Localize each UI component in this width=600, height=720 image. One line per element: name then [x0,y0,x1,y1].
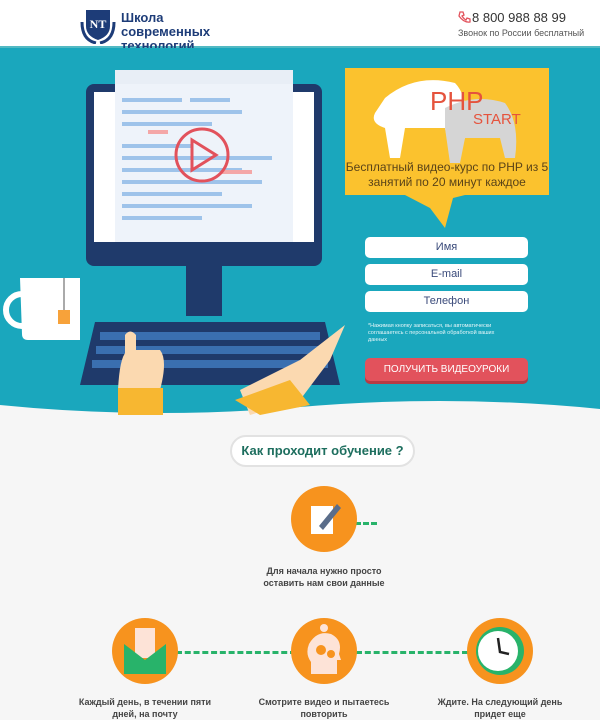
connector-line [356,651,468,654]
email-input[interactable]: E-mail [365,264,528,285]
phone-icon [458,11,471,23]
clock-icon [467,618,533,684]
name-input[interactable]: Имя [365,237,528,258]
phone-number[interactable]: 8 800 988 88 99 [472,10,566,25]
head-gears-icon [291,618,357,684]
banner-subtitle: Бесплатный видео-курс по PHP из 5 заняти… [345,160,549,189]
step-text: Для начала нужно просто оставить нам сво… [263,566,385,588]
get-lessons-button[interactable]: ПОЛУЧИТЬ ВИДЕОУРОКИ [365,358,528,381]
pencil-paper-icon [291,486,357,552]
connector-line [355,522,377,525]
computer-illustration [3,70,345,415]
section-title: Как проходит обучение ? [230,435,415,467]
envelope-icon [112,618,178,684]
logo-icon: NT [80,10,116,44]
logo-text: Школа современных технологий [121,10,211,53]
phone-note: Звонок по России бесплатный [458,28,585,38]
svg-text:NT: NT [90,17,107,31]
connector-line [176,651,296,654]
consent-note: *Нажимая кнопку записаться, вы автоматич… [368,323,495,343]
step-text: Ждите. На следующий день придет еще [437,697,563,719]
phone-input[interactable]: Телефон [365,291,528,312]
step-text: Каждый день, в течении пяти дней, на поч… [78,697,212,719]
step-text: Смотрите видео и пытаетесь повторить [258,697,390,719]
elephants-illustration: PHP START [373,80,521,228]
header: NT Школа современных технологий 8 800 98… [0,0,600,53]
svg-text:START: START [473,111,521,128]
